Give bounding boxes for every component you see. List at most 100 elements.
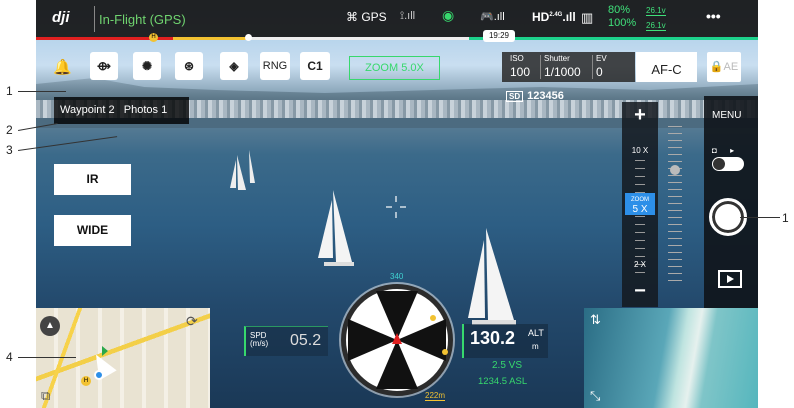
battery-voltage-1: 26.1v [646,6,666,16]
speed-value: 05.2 [290,332,322,349]
altitude-asl: 1234.5 ASL [478,376,528,387]
battery-icon[interactable]: ▥ [581,10,593,26]
map-rotate-icon[interactable]: ⟳ [186,313,198,330]
zoom-current[interactable]: ZOOM 5 X [625,193,655,215]
obstacle-sensing-icon[interactable]: ◉ [442,7,454,24]
flag-icon [102,346,108,356]
callout-1-right: 1 [782,211,789,225]
progress-knob[interactable] [245,34,252,41]
hd-signal-icon[interactable]: HD2.4G.ıll [532,10,576,24]
iso-value: 100 [510,65,531,79]
home-distance: 222m [425,391,446,401]
drone-camera-view: dji In-Flight (GPS) ⌘ GPS ⟟.ıll ◉ 🎮.ıll … [36,0,758,408]
rng-button[interactable]: RNG [260,52,290,80]
camera-serial: SD 123456 [506,90,564,102]
waypoint-status: Waypoint 2 Photos 1 [54,97,189,124]
sailboat-icon [318,190,354,266]
sailboat-icon [249,150,255,183]
target-icon[interactable]: ⊛ [175,52,203,80]
camera-parameters[interactable]: ISO 100 Shutter 1/1000 EV 0 [502,52,635,82]
hd-label: HD [532,10,550,24]
zoom-current-label: ZOOM [631,197,649,203]
home-point-icon: H [81,376,91,386]
ev-value: 0 [596,65,603,79]
shutter-label: Shutter [544,54,570,63]
spd-unit: (m/s) [250,339,269,348]
vertical-speed: 2.5 VS [492,360,523,371]
speed-indicator: SPD (m/s) 05.2 [244,326,328,356]
photo-video-icons: ◘ ▸ [712,146,735,155]
compass-north-icon[interactable]: ▲ [40,316,60,336]
hd-band: 2.4G [549,12,563,18]
callout-1: 1 [6,84,13,98]
ev-label: EV [596,54,607,63]
photos-count: Photos 1 [123,104,168,116]
secondary-video-feed[interactable]: ⇅ ⤡ [584,308,758,408]
ae-lock-button[interactable]: 🔒AE [707,52,741,82]
map-layers-icon[interactable]: ⧉ [41,388,50,404]
divider [94,6,95,32]
home-direction-dot [430,315,436,321]
poi-icon[interactable]: ◈ [220,52,248,80]
callout-line [740,217,780,218]
c1-button[interactable]: C1 [300,52,330,80]
ir-button[interactable]: IR [54,164,131,195]
status-bar: dji In-Flight (GPS) ⌘ GPS ⟟.ıll ◉ 🎮.ıll … [36,0,758,38]
map-tiles [36,308,210,408]
compass-rose-icon [347,290,447,390]
remaining-time: 19:29 [483,30,515,42]
callout-line [18,357,76,358]
battery-percent-2: 100% [608,17,637,29]
zoom-in-button[interactable]: + [622,104,658,127]
waypoint-label: Waypoint 2 [60,104,115,116]
gimbal-knob[interactable] [670,165,680,175]
divider [540,55,541,79]
altitude-indicator: 130.2 ALT m [462,324,548,358]
battery-voltage-2: 26.1v [646,21,666,31]
home-marker-icon: H [149,33,158,42]
altitude-label: ALT [528,328,544,338]
iso-label: ISO [510,54,524,63]
route-icon[interactable]: ⟴ [90,52,118,80]
gimbal-scale [668,126,682,286]
gps-icon[interactable]: ⌘ GPS [346,10,387,24]
sd-card-icon: SD [506,91,524,102]
photo-video-toggle[interactable] [712,157,744,171]
battery-percent-1: 80% [608,4,631,16]
zoom-max-label: 10 X [631,146,649,155]
rc-signal-icon: 🎮.ıll [480,11,505,23]
wide-button[interactable]: WIDE [54,215,131,246]
crosshair-icon [386,196,406,218]
spotlight-icon[interactable]: ✺ [133,52,161,80]
attitude-compass [341,284,453,396]
toggle-knob [713,158,725,170]
callout-2: 2 [6,123,13,137]
divider [592,55,593,79]
callout-4: 4 [6,350,13,364]
zoom-min-label: 2 X [633,260,646,269]
flight-mode-status[interactable]: In-Flight (GPS) [99,12,186,27]
notification-bell-icon[interactable]: 🔔 [53,58,72,76]
more-menu-button[interactable]: ••• [706,8,721,24]
zoom-current-value: 5 X [632,204,648,215]
dji-logo: dji [52,9,70,26]
zoom-indicator: ZOOM 5.0X [349,56,440,80]
altitude-unit: m [532,342,539,351]
playback-icon[interactable] [718,270,742,288]
user-location-icon [94,370,104,380]
battery-status: 80% 100% [608,4,636,30]
zoom-out-button[interactable]: − [622,280,658,303]
speed-label: SPD (m/s) [250,332,268,348]
sailboat-icon [230,155,246,190]
ae-label: AE [723,61,739,73]
focus-mode-dropdown[interactable]: AF-C [636,52,697,82]
menu-button[interactable]: MENU [712,110,741,121]
collapse-icon[interactable]: ⤡ [590,388,600,404]
heading-readout: 340 [390,272,404,281]
satellite-signal-icon: ⟟.ıll [400,10,416,22]
gps-label: GPS [361,10,387,24]
shutter-value: 1/1000 [544,65,581,79]
swap-view-icon[interactable]: ⇅ [590,312,601,328]
serial-number: 123456 [527,90,564,102]
mini-map[interactable]: ▲ ⟳ ⧉ H [36,308,210,408]
